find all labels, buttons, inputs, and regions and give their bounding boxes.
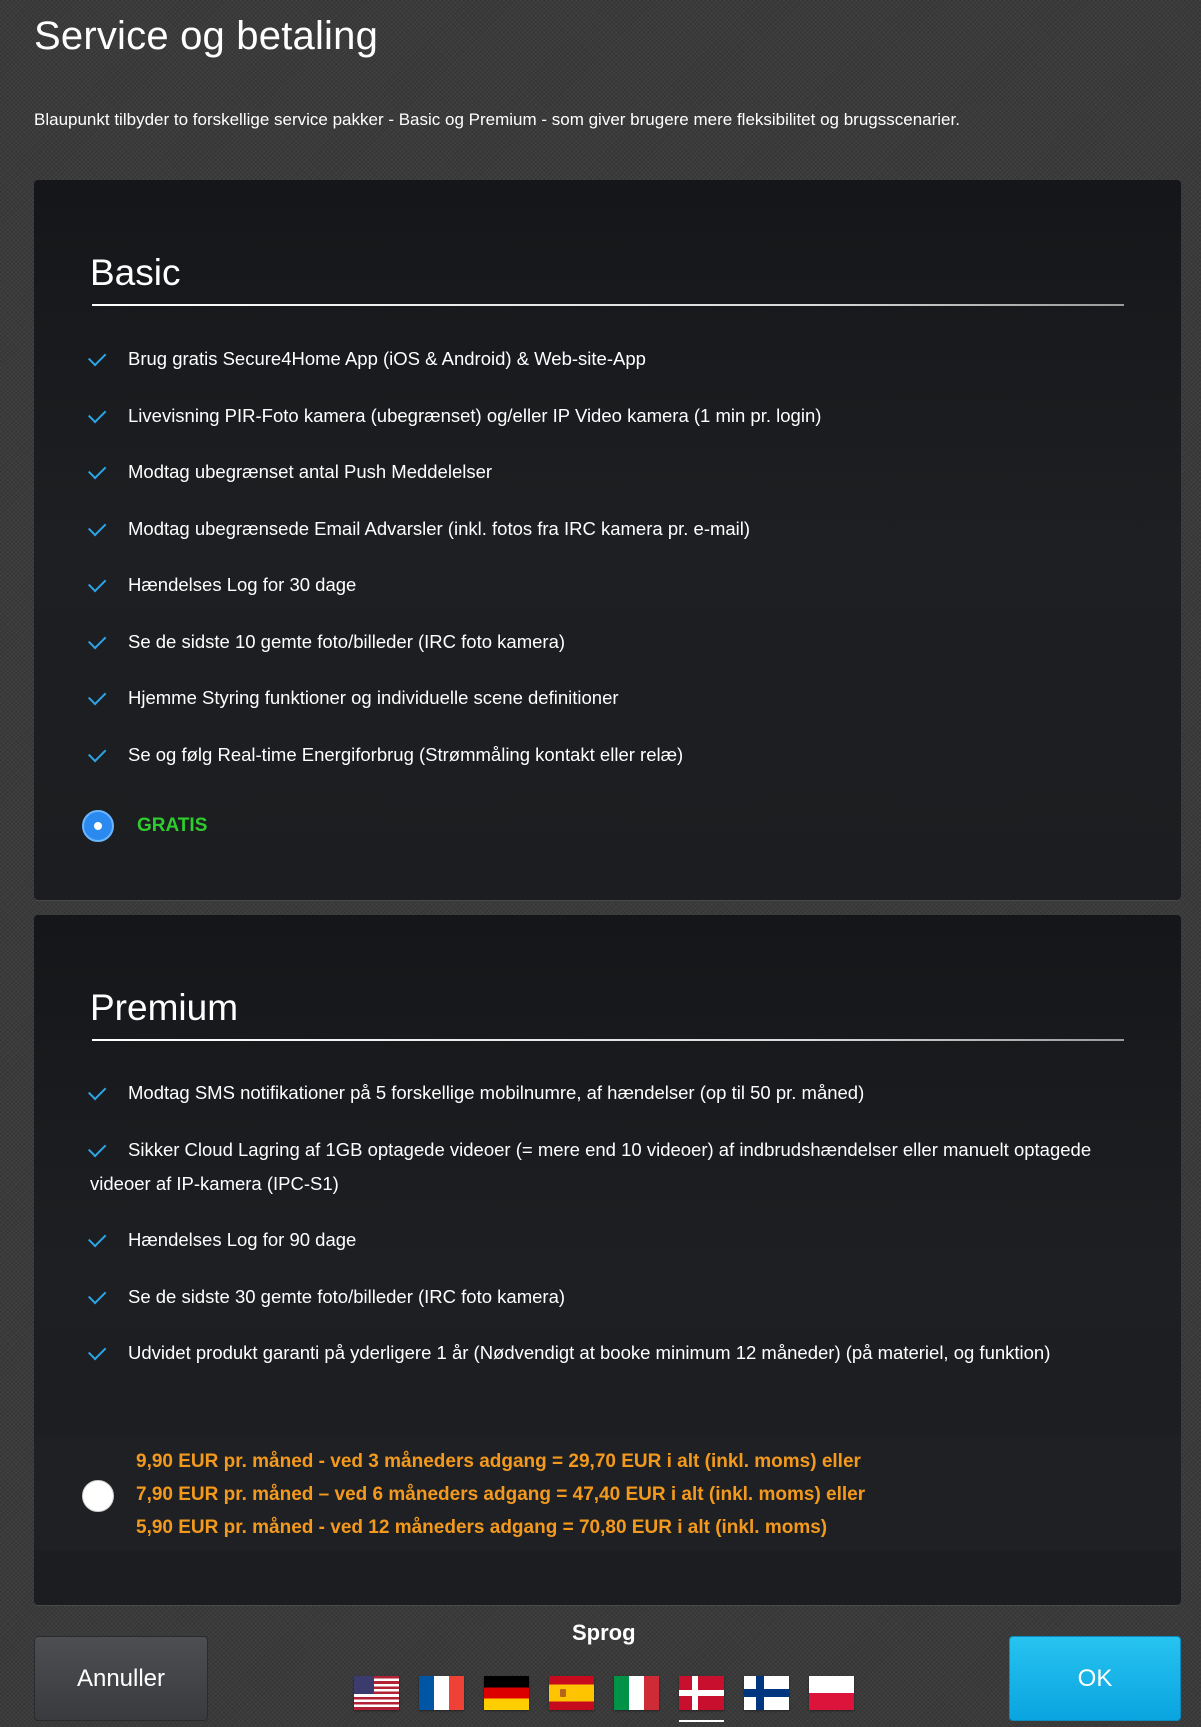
list-item: Modtag ubegrænset antal Push Meddelelser xyxy=(87,455,1130,489)
feature-text: Hændelses Log for 30 dage xyxy=(128,574,357,595)
cancel-button[interactable]: Annuller xyxy=(34,1636,208,1721)
it-flag-icon[interactable] xyxy=(614,1676,659,1710)
feature-text: Se og følg Real-time Energiforbrug (Strø… xyxy=(128,743,684,765)
us-flag-icon[interactable] xyxy=(354,1676,399,1710)
checkmark-icon xyxy=(87,404,107,423)
premium-price-list: 9,90 EUR pr. måned - ved 3 måneders adga… xyxy=(136,1445,865,1544)
checkmark-icon xyxy=(87,1285,107,1304)
checkmark-icon xyxy=(87,461,107,480)
fr-flag-icon[interactable] xyxy=(419,1676,464,1710)
premium-option[interactable]: 9,90 EUR pr. måned - ved 3 måneders adga… xyxy=(34,1435,1181,1550)
feature-text: Modtag SMS notifikationer på 5 forskelli… xyxy=(128,1082,865,1103)
list-item: Livevisning PIR-Foto kamera (ubegrænset)… xyxy=(87,399,1130,433)
list-item: Se de sidste 30 gemte foto/billeder (IRC… xyxy=(87,1280,1130,1314)
list-item: Hjemme Styring funktioner og individuell… xyxy=(87,681,1130,715)
checkmark-icon xyxy=(87,1229,107,1248)
ok-button[interactable]: OK xyxy=(1009,1636,1181,1721)
footer-bar: Annuller Sprog OK xyxy=(0,1610,1201,1727)
language-selector xyxy=(354,1676,854,1722)
checkmark-icon xyxy=(87,743,107,762)
basic-title: Basic xyxy=(90,252,181,293)
page-title: Service og betaling xyxy=(34,14,379,58)
feature-text: Sikker Cloud Lagring af 1GB optagede vid… xyxy=(90,1138,1092,1194)
list-item: Modtag SMS notifikationer på 5 forskelli… xyxy=(87,1076,1130,1110)
feature-text: Hændelses Log for 90 dage xyxy=(128,1229,357,1250)
premium-radio-button[interactable] xyxy=(82,1480,114,1512)
language-label: Sprog xyxy=(572,1620,636,1645)
checkmark-icon xyxy=(87,1342,107,1361)
feature-text: Brug gratis Secure4Home App (iOS & Andro… xyxy=(128,348,646,369)
feature-text: Se de sidste 30 gemte foto/billeder (IRC… xyxy=(128,1285,566,1307)
checkmark-icon xyxy=(87,348,107,367)
checkmark-icon xyxy=(87,1082,107,1101)
list-item: Hændelses Log for 90 dage xyxy=(87,1223,1130,1257)
list-item: Se de sidste 10 gemte foto/billeder (IRC… xyxy=(87,625,1130,659)
list-item: Hændelses Log for 30 dage xyxy=(87,568,1130,602)
feature-text: Udvidet produkt garanti på yderligere 1 … xyxy=(128,1342,1051,1363)
basic-feature-list: Brug gratis Secure4Home App (iOS & Andro… xyxy=(87,342,1130,794)
checkmark-icon xyxy=(87,630,107,649)
premium-feature-list: Modtag SMS notifikationer på 5 forskelli… xyxy=(87,1076,1130,1393)
feature-text: Livevisning PIR-Foto kamera (ubegrænset)… xyxy=(128,404,822,426)
premium-title: Premium xyxy=(90,987,239,1028)
intro-text: Blaupunkt tilbyder to forskellige servic… xyxy=(34,110,960,129)
basic-divider xyxy=(92,304,1124,306)
checkmark-icon xyxy=(87,687,107,706)
de-flag-icon[interactable] xyxy=(484,1676,529,1710)
basic-price-label: GRATIS xyxy=(137,815,208,836)
price-line: 9,90 EUR pr. måned - ved 3 måneders adga… xyxy=(136,1451,861,1472)
basic-panel: Basic Brug gratis Secure4Home App (iOS &… xyxy=(34,180,1181,900)
price-line: 5,90 EUR pr. måned - ved 12 måneders adg… xyxy=(136,1517,828,1538)
list-item: Brug gratis Secure4Home App (iOS & Andro… xyxy=(87,342,1130,376)
feature-text: Modtag ubegrænsede Email Advarsler (inkl… xyxy=(128,517,751,539)
checkmark-icon xyxy=(87,1138,107,1157)
list-item: Sikker Cloud Lagring af 1GB optagede vid… xyxy=(87,1133,1130,1201)
fi-flag-icon[interactable] xyxy=(744,1676,789,1710)
checkmark-icon xyxy=(87,574,107,593)
basic-option[interactable]: GRATIS xyxy=(82,810,207,842)
list-item: Udvidet produkt garanti på yderligere 1 … xyxy=(87,1336,1130,1370)
feature-text: Se de sidste 10 gemte foto/billeder (IRC… xyxy=(128,630,566,652)
dk-flag-icon[interactable] xyxy=(679,1676,724,1722)
checkmark-icon xyxy=(87,517,107,536)
premium-divider xyxy=(92,1039,1124,1041)
es-flag-icon[interactable] xyxy=(549,1676,594,1710)
list-item: Modtag ubegrænsede Email Advarsler (inkl… xyxy=(87,512,1130,546)
price-line: 7,90 EUR pr. måned – ved 6 måneders adga… xyxy=(136,1484,866,1505)
pl-flag-icon[interactable] xyxy=(809,1676,854,1710)
basic-radio-button[interactable] xyxy=(82,810,114,842)
premium-panel: Premium Modtag SMS notifikationer på 5 f… xyxy=(34,915,1181,1605)
feature-text: Hjemme Styring funktioner og individuell… xyxy=(128,687,619,708)
list-item: Se og følg Real-time Energiforbrug (Strø… xyxy=(87,738,1130,772)
feature-text: Modtag ubegrænset antal Push Meddelelser xyxy=(128,461,493,482)
